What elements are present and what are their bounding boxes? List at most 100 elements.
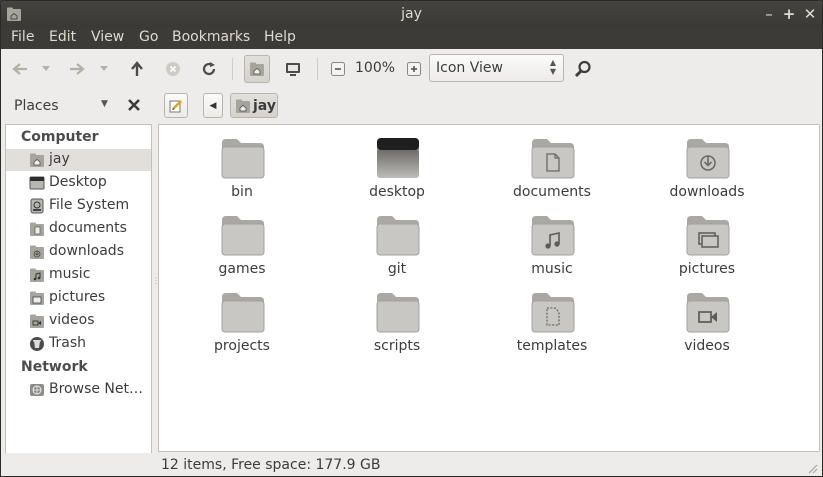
title-bar[interactable]: jay – + ✕ [1,1,822,28]
network-icon [30,384,44,396]
menu-bookmarks[interactable]: Bookmarks [172,29,250,45]
window-title: jay [401,6,422,22]
downloads-folder-icon [686,139,730,179]
search-button[interactable] [571,57,595,81]
forward-history-dropdown[interactable] [96,57,112,81]
chevron-left-icon: ◀ [209,100,217,111]
breadcrumb-jay[interactable]: jay [230,93,278,118]
toggle-location-entry-button[interactable] [164,93,188,118]
reload-icon [202,62,216,76]
folder-icon [221,293,265,333]
sidebar-item-documents[interactable]: documents [6,218,151,240]
toolbar-separator [317,58,318,80]
sidebar-item-label: File System [49,197,130,213]
folder-item-pictures[interactable]: pictures [642,204,772,277]
menu-help[interactable]: Help [264,29,296,45]
minimize-button[interactable]: – [760,4,778,24]
sidebar-item-label: jay [49,151,70,167]
sidebar-item-label: Trash [49,335,86,351]
close-icon [128,99,140,111]
toolbar: 100% Icon View ▲ ▼ [1,49,822,89]
videos-folder-icon [686,293,730,333]
breadcrumb-label: jay [253,97,276,114]
stop-icon [166,62,180,76]
folder-item-documents[interactable]: documents [487,127,617,200]
item-label: scripts [373,338,421,354]
computer-icon [286,63,300,76]
sidebar-item-browse-network[interactable]: Browse Net… [6,379,151,401]
desktop-icon [29,176,45,190]
item-label: documents [513,184,591,200]
stop-button[interactable] [161,57,185,81]
sidebar-item-desktop[interactable]: Desktop [6,172,151,194]
pictures-folder-icon [30,291,44,305]
item-label: git [387,261,407,277]
up-button[interactable] [125,57,149,81]
item-label: projects [214,338,270,354]
sidebar-item-music[interactable]: music [6,264,151,286]
sidebar-item-pictures[interactable]: pictures [6,287,151,309]
view-mode-select[interactable]: Icon View ▲ ▼ [429,54,564,82]
sidebar-heading-network: Network [21,359,88,375]
zoom-out-icon [331,62,345,76]
home-folder-icon [236,99,250,113]
folder-icon [221,216,265,256]
desktop-folder-icon [377,138,419,178]
menu-view[interactable]: View [91,29,124,45]
item-label: desktop [369,184,425,200]
computer-button[interactable] [281,57,305,81]
folder-item-downloads[interactable]: downloads [642,127,772,200]
back-arrow-icon [12,63,27,75]
item-label: videos [684,338,730,354]
folder-item-music[interactable]: music [487,204,617,277]
sidebar-item-jay[interactable]: jay [6,149,151,171]
forward-arrow-icon [70,63,85,75]
maximize-button[interactable]: + [780,4,798,24]
sidebar-selector[interactable]: Places [14,98,59,114]
folder-item-templates[interactable]: templates [487,281,617,354]
view-mode-value: Icon View [436,60,503,76]
status-text: 12 items, Free space: 177.9 GB [161,457,381,473]
places-sidebar: Computer jay Desktop File System documen… [5,124,152,476]
item-label: music [531,261,573,277]
resize-grip-icon[interactable] [806,462,818,474]
sidebar-item-label: music [49,266,91,282]
folder-item-scripts[interactable]: scripts [332,281,462,354]
sidebar-item-label: documents [49,220,127,236]
drive-icon [30,198,44,214]
folder-item-games[interactable]: games [177,204,307,277]
sidebar-item-label: Desktop [49,174,107,190]
zoom-level: 100% [355,60,396,76]
spin-arrows-icon: ▲ ▼ [549,58,556,76]
folder-item-git[interactable]: git [332,204,462,277]
downloads-folder-icon [30,245,44,259]
menu-edit[interactable]: Edit [49,29,76,45]
zoom-out-button[interactable] [326,57,350,81]
sidebar-item-file-system[interactable]: File System [6,195,151,217]
home-button[interactable] [244,55,270,83]
back-history-dropdown[interactable] [38,57,54,81]
icon-view: bin desktop documents downloads games gi… [158,124,820,452]
sidebar-item-videos[interactable]: videos [6,310,151,332]
home-folder-icon [30,153,44,167]
folder-item-bin[interactable]: bin [177,127,307,200]
folder-item-projects[interactable]: projects [177,281,307,354]
pictures-folder-icon [686,216,730,256]
folder-icon [376,216,420,256]
sidebar-item-downloads[interactable]: downloads [6,241,151,263]
folder-item-videos[interactable]: videos [642,281,772,354]
location-bar: Places ▼ ◀ jay [1,89,822,123]
close-sidebar-button[interactable] [124,94,144,116]
zoom-in-button[interactable] [402,57,426,81]
forward-button[interactable] [65,57,89,81]
menu-file[interactable]: File [11,29,34,45]
back-button[interactable] [8,57,32,81]
menu-go[interactable]: Go [139,29,158,45]
close-button[interactable]: ✕ [801,4,819,24]
breadcrumb-scroll-left[interactable]: ◀ [203,93,223,118]
chevron-down-icon[interactable]: ▼ [101,99,108,109]
sidebar-item-trash[interactable]: Trash [6,333,151,355]
folder-item-desktop[interactable]: desktop [332,127,462,200]
menu-bar: File Edit View Go Bookmarks Help [1,28,822,49]
reload-button[interactable] [197,57,221,81]
